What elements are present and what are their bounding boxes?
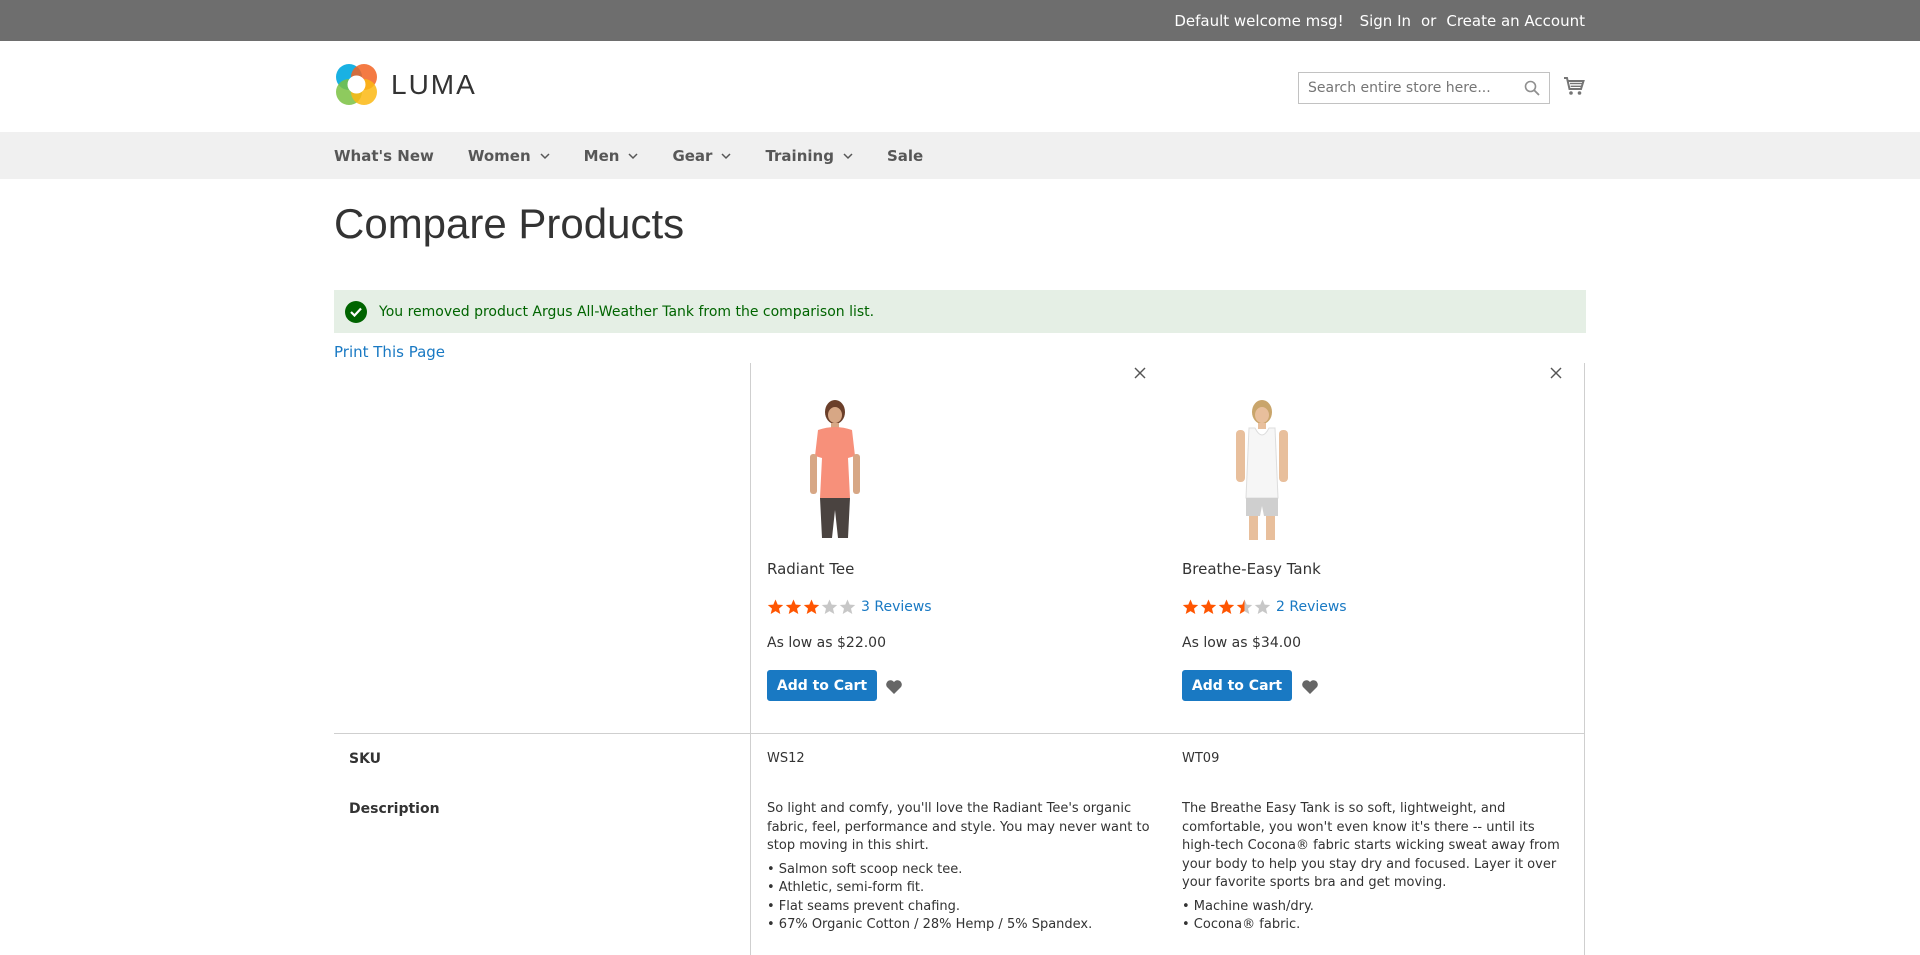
description-value: So light and comfy, you'll love the Radi… (767, 800, 1152, 935)
checkmark-icon (345, 300, 367, 323)
star-icon (803, 599, 820, 614)
wishlist-heart-icon[interactable] (885, 679, 903, 695)
top-bar: Default welcome msg! Sign In or Create a… (0, 0, 1920, 41)
wishlist-heart-icon[interactable] (1301, 679, 1319, 695)
luma-logo-icon (336, 64, 377, 105)
nav-item-label: Men (583, 146, 620, 165)
product-image-radiant-tee[interactable] (800, 398, 870, 540)
page-title: Compare Products (334, 200, 685, 247)
remove-product-icon[interactable] (1133, 366, 1147, 380)
welcome-message: Default welcome msg! (1174, 11, 1344, 30)
message-text: You removed product Argus All-Weather Ta… (379, 303, 875, 320)
feature-item: • 67% Organic Cotton / 28% Hemp / 5% Spa… (767, 917, 1093, 932)
product-name[interactable]: Breathe-Easy Tank (1182, 560, 1321, 578)
logo[interactable]: LUMA (334, 62, 477, 107)
column-divider (1584, 363, 1585, 955)
star-icon (785, 599, 802, 614)
header-links: Default welcome msg! Sign In or Create a… (1174, 0, 1585, 41)
or-text: or (1421, 11, 1437, 30)
sku-value: WS12 (767, 751, 805, 766)
success-message: You removed product Argus All-Weather Ta… (334, 290, 1586, 333)
nav-item-label: Sale (886, 146, 924, 165)
nav-item-label: Gear (672, 146, 713, 165)
star-rating-icon (1182, 599, 1271, 615)
product-price: As low as $34.00 (1182, 635, 1301, 651)
nav-item-sale[interactable]: Sale (887, 147, 923, 165)
description-text: So light and comfy, you'll love the Radi… (767, 801, 1150, 853)
search-placeholder: Search entire store here... (1308, 80, 1491, 96)
feature-list: • Salmon soft scoop neck tee. • Athletic,… (767, 861, 1152, 935)
column-divider (750, 363, 751, 955)
star-icon (839, 599, 856, 614)
print-page-link[interactable]: Print This Page (334, 343, 445, 361)
star-icon (1218, 599, 1235, 614)
star-icon (767, 599, 784, 614)
nav-menu: What's New Women Men Gear Training Sale (334, 132, 957, 179)
sku-value: WT09 (1182, 751, 1220, 766)
nav-item-women[interactable]: Women (468, 147, 550, 165)
add-to-cart-button[interactable]: Add to Cart (767, 670, 877, 701)
description-value: The Breathe Easy Tank is so soft, lightw… (1182, 800, 1570, 935)
nav-item-men[interactable]: Men (584, 147, 639, 165)
search-input[interactable]: Search entire store here... (1298, 72, 1550, 104)
cart-icon[interactable] (1563, 75, 1585, 97)
nav-item-gear[interactable]: Gear (672, 147, 731, 165)
description-text: The Breathe Easy Tank is so soft, lightw… (1182, 801, 1560, 890)
feature-item: • Cocona® fabric. (1182, 917, 1301, 932)
feature-item: • Salmon soft scoop neck tee. (767, 861, 963, 877)
logo-text: LUMA (391, 68, 477, 100)
description-label: Description (349, 801, 440, 817)
nav-item-label: Training (765, 146, 834, 165)
sku-label: SKU (349, 751, 382, 767)
star-rating-icon (767, 599, 856, 615)
chevron-down-icon (843, 152, 853, 159)
feature-item: • Machine wash/dry. (1182, 898, 1314, 914)
chevron-down-icon (540, 152, 550, 159)
chevron-down-icon (721, 152, 731, 159)
feature-item: • Athletic, semi-form fit. (767, 880, 925, 895)
star-icon (821, 599, 838, 614)
product-price: As low as $22.00 (767, 635, 886, 651)
page-header: LUMA Search entire store here... (0, 41, 1920, 132)
product-name[interactable]: Radiant Tee (767, 560, 854, 578)
main-navigation: What's New Women Men Gear Training Sale (0, 132, 1920, 179)
star-icon (1200, 599, 1217, 614)
nav-item-label: What's New (334, 146, 434, 165)
row-divider (334, 733, 1585, 734)
star-icon (1236, 599, 1253, 614)
create-account-link[interactable]: Create an Account (1446, 12, 1585, 30)
reviews-link[interactable]: 2 Reviews (1276, 599, 1347, 615)
nav-item-label: Women (467, 146, 531, 165)
star-icon (1254, 599, 1271, 614)
search-icon[interactable] (1524, 80, 1540, 96)
star-icon (1182, 599, 1199, 614)
reviews-link[interactable]: 3 Reviews (861, 599, 932, 615)
feature-item: • Flat seams prevent chafing. (767, 898, 961, 914)
remove-product-icon[interactable] (1549, 366, 1563, 380)
add-to-cart-button[interactable]: Add to Cart (1182, 670, 1292, 701)
sign-in-link[interactable]: Sign In (1360, 12, 1411, 30)
nav-item-what-s-new[interactable]: What's New (334, 147, 434, 165)
product-rating: 3 Reviews (767, 599, 932, 615)
chevron-down-icon (628, 152, 638, 159)
nav-item-training[interactable]: Training (765, 146, 853, 165)
feature-list: • Machine wash/dry. • Cocona® fabric. (1182, 898, 1570, 935)
product-image-breathe-easy-tank[interactable] (1222, 398, 1302, 540)
product-rating: 2 Reviews (1182, 599, 1347, 615)
